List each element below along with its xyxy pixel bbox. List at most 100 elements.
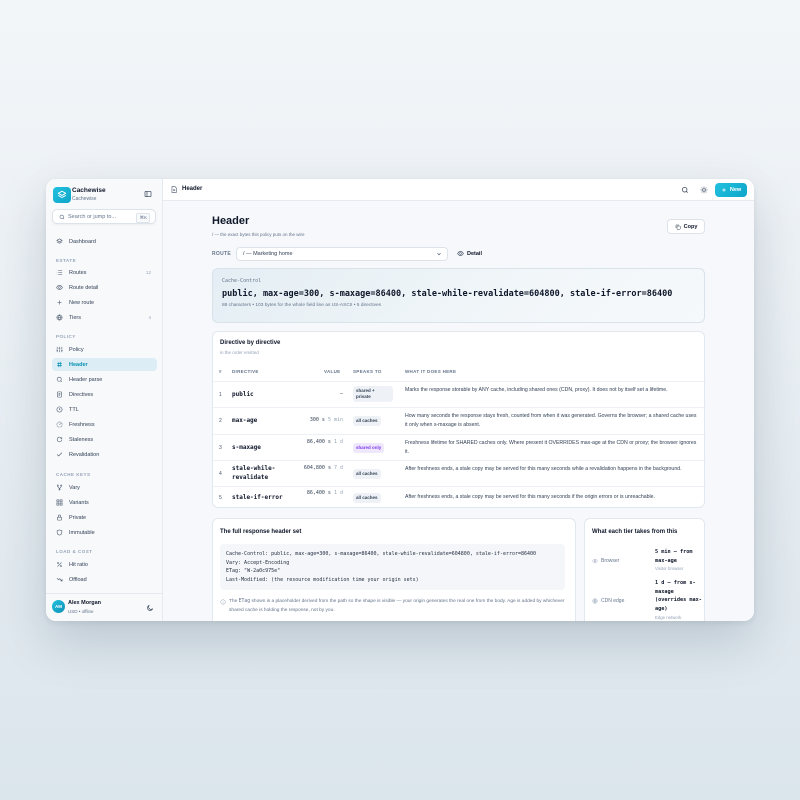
sidebar-item-tiers[interactable]: Tiers 4: [52, 311, 157, 324]
header-name: Cache-Control: [222, 278, 262, 284]
moon-icon[interactable]: [146, 604, 154, 612]
sidebar-item-dashboard[interactable]: Dashboard: [52, 235, 157, 248]
table-row[interactable]: 2 max-age 300 s 5 min all caches How man…: [213, 407, 706, 434]
directive-value: 604,800 s 7 d: [303, 465, 343, 471]
sidebar-item-label: Routes: [69, 269, 87, 276]
tier-sub: Visitor browser: [655, 566, 684, 571]
document-icon: [171, 186, 177, 193]
user-name: Alex Morgan: [68, 600, 102, 606]
row-number: 5: [219, 495, 222, 501]
new-button[interactable]: New: [715, 183, 747, 197]
route-select[interactable]: / — Marketing home: [236, 247, 448, 261]
user-panel[interactable]: AM Alex Morgan USD • offline: [46, 593, 162, 621]
sidebar-item-revalidation[interactable]: Revalidation: [52, 448, 157, 461]
detail-label: Detail: [467, 250, 482, 257]
code-line: Last-Modified: (the resource modificatio…: [226, 576, 419, 583]
sidebar-item-count: 4: [148, 315, 151, 320]
hash-icon: [56, 361, 63, 368]
table-row[interactable]: 5 stale-if-error 86,400 s 1 d all caches…: [213, 486, 706, 508]
directive-name: stale-while-revalidate: [232, 465, 276, 481]
route-label: ROUTE: [212, 251, 231, 257]
header-value-card: Cache-Control public, max-age=300, s-max…: [212, 268, 705, 323]
page-subtitle: / — the exact bytes this policy puts on …: [212, 232, 305, 237]
directive-description: After freshness ends, a stale copy may b…: [405, 466, 682, 472]
globe-icon: [592, 598, 598, 604]
sidebar-item-hit-ratio[interactable]: Hit ratio: [52, 558, 157, 571]
sidebar-item-routes[interactable]: Routes 12: [52, 266, 157, 279]
sidebar-item-staleness[interactable]: Staleness: [52, 433, 157, 446]
sidebar-item-label: Policy: [69, 346, 84, 353]
sidebar-item-freshness[interactable]: Freshness: [52, 418, 157, 431]
directive-name: max-age: [232, 417, 258, 424]
sidebar-item-label: Route detail: [69, 284, 99, 291]
percent-icon: [56, 561, 63, 568]
sidebar-item-variants[interactable]: Variants: [52, 496, 157, 509]
directive-description: Marks the response storable by ANY cache…: [405, 387, 668, 393]
sidebar-item-label: Tiers: [69, 314, 82, 321]
search-icon[interactable]: [681, 186, 689, 194]
copy-label: Copy: [683, 223, 698, 230]
speaks-to-badge: all caches: [353, 469, 381, 479]
sidebar-item-label: Staleness: [69, 436, 94, 443]
sidebar-item-label: TTL: [69, 406, 79, 413]
row-number: 4: [219, 471, 222, 477]
clock-icon: [56, 406, 63, 413]
table-row[interactable]: 1 public — shared + private Marks the re…: [213, 381, 706, 407]
chevron-down-icon: [436, 251, 442, 257]
lock-icon: [56, 514, 63, 521]
search-input[interactable]: Search or jump to... ⌘K: [52, 209, 156, 224]
sidebar-item-private[interactable]: Private: [52, 511, 157, 524]
new-button-label: New: [729, 187, 742, 193]
tier-sub: Edge network: [655, 615, 682, 620]
directive-name: s-maxage: [232, 444, 261, 451]
sidebar-item-label: Revalidation: [69, 451, 100, 458]
sidebar-item-label: Variants: [69, 499, 89, 506]
eye-icon: [457, 250, 464, 257]
document-icon: [56, 391, 63, 398]
copy-button[interactable]: Copy: [667, 219, 705, 234]
sidebar-item-label: Directives: [69, 391, 94, 398]
search-icon: [56, 376, 63, 383]
directive-description: Freshness lifetime for SHARED caches onl…: [405, 440, 697, 455]
header-value: public, max-age=300, s-maxage=86400, sta…: [222, 289, 673, 299]
sidebar-item-label: Freshness: [69, 421, 95, 428]
workspace-name: Cachewise: [72, 196, 97, 202]
check-icon: [56, 451, 63, 458]
sidebar-item-header[interactable]: Header: [52, 358, 157, 371]
sliders-icon: [56, 346, 63, 353]
sidebar-item-ttl[interactable]: TTL: [52, 403, 157, 416]
table-row[interactable]: 4 stale-while-revalidate 604,800 s 7 d a…: [213, 460, 706, 486]
info-icon: [220, 599, 226, 605]
sidebar-toggle-icon[interactable]: [144, 190, 152, 198]
sidebar-item-route-detail[interactable]: Route detail: [52, 281, 157, 294]
tier-value: 5 min — from max-age: [655, 549, 693, 564]
speaks-to-badge: shared only: [353, 443, 385, 453]
route-select-value: / — Marketing home: [243, 251, 293, 257]
card-title: Directive by directive: [220, 340, 281, 346]
sidebar-item-label: New route: [69, 299, 95, 306]
refresh-icon: [56, 436, 63, 443]
globe-icon: [56, 314, 63, 321]
card-title: The full response header set: [220, 529, 302, 535]
column-header: VALUE: [324, 369, 341, 374]
header-code-block[interactable]: Cache-Control: public, max-age=300, s-ma…: [220, 544, 565, 590]
row-number: 2: [219, 418, 222, 424]
sidebar-item-header-parse[interactable]: Header parse: [52, 373, 157, 386]
sidebar-item-vary[interactable]: Vary: [52, 481, 157, 494]
sidebar-item-offload[interactable]: Offload: [52, 573, 157, 586]
column-header: DIRECTIVE: [232, 369, 259, 374]
etag-note: The ETag shown is a placeholder derived …: [220, 598, 565, 615]
speaks-to-badge: all caches: [353, 493, 381, 503]
sun-icon[interactable]: [700, 186, 708, 194]
directive-name: stale-if-error: [232, 494, 283, 501]
detail-button[interactable]: Detail: [457, 250, 482, 257]
layers-icon: [56, 238, 63, 245]
sidebar-item-new-route[interactable]: New route: [52, 296, 157, 309]
card-subtitle: in the order emitted: [220, 350, 259, 355]
sidebar-item-immutable[interactable]: Immutable: [52, 526, 157, 539]
sidebar-item-directives[interactable]: Directives: [52, 388, 157, 401]
sidebar-item-policy[interactable]: Policy: [52, 343, 157, 356]
table-row[interactable]: 3 s-maxage 86,400 s 1 d shared only Fres…: [213, 434, 706, 460]
sidebar: Cachewise Cachewise Search or jump to...…: [46, 179, 163, 621]
sidebar-item-label: Header: [69, 361, 88, 368]
